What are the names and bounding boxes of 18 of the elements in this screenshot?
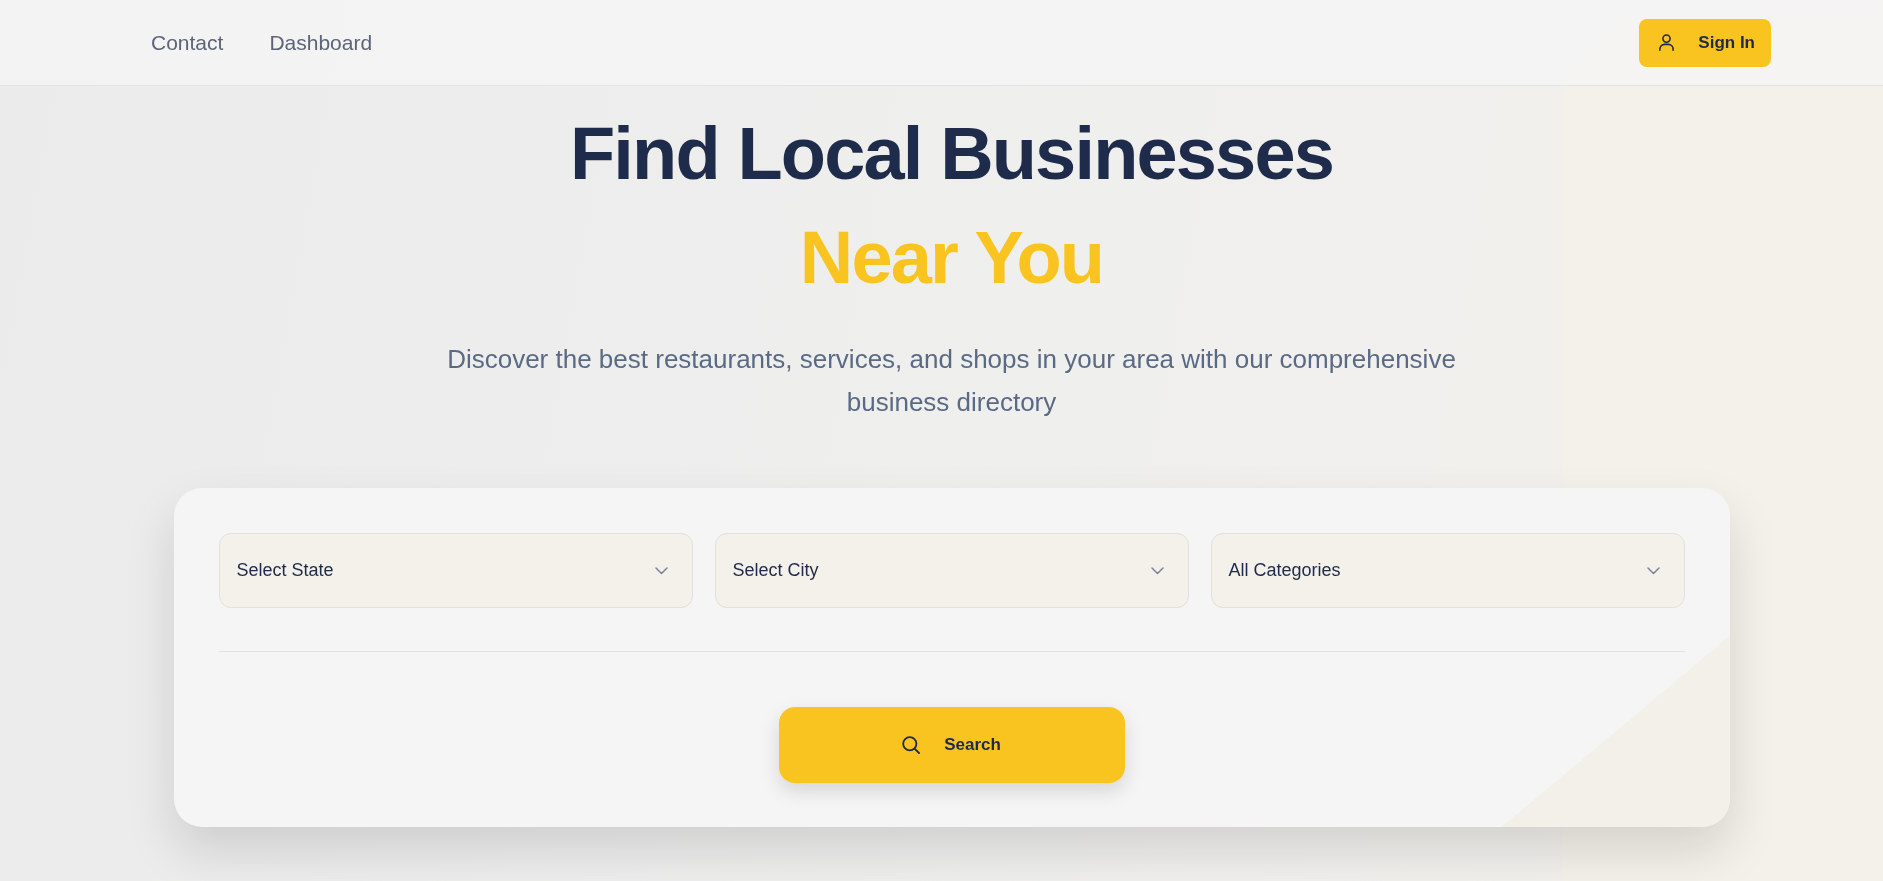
- dropdown-select[interactable]: All Categories: [1210, 533, 1685, 608]
- hero-title-highlight: Near You: [799, 215, 1104, 301]
- sign-in-button[interactable]: Sign In: [1639, 18, 1771, 67]
- search-icon: [902, 736, 921, 754]
- chevron-down-icon: [654, 566, 668, 575]
- user-icon: [1659, 34, 1675, 51]
- nav-link[interactable]: Dashboard: [269, 26, 373, 59]
- select-value: Select State: [236, 559, 334, 582]
- hero-subtitle: Discover the best restaurants, services, and shops in your area with our comprehensive business directory: [446, 343, 1457, 419]
- dropdown-select[interactable]: Select City: [714, 533, 1189, 608]
- chevron-down-icon: [1646, 566, 1660, 575]
- nav-link[interactable]: Contact: [151, 26, 224, 59]
- dropdown-select[interactable]: Select State: [218, 533, 693, 608]
- select-value: Select City: [732, 559, 819, 582]
- chevron-down-icon: [1150, 566, 1164, 575]
- search-button[interactable]: Search: [778, 707, 1125, 783]
- hero-title: Find Local Businesses: [569, 111, 1333, 197]
- select-value: All Categories: [1228, 559, 1341, 582]
